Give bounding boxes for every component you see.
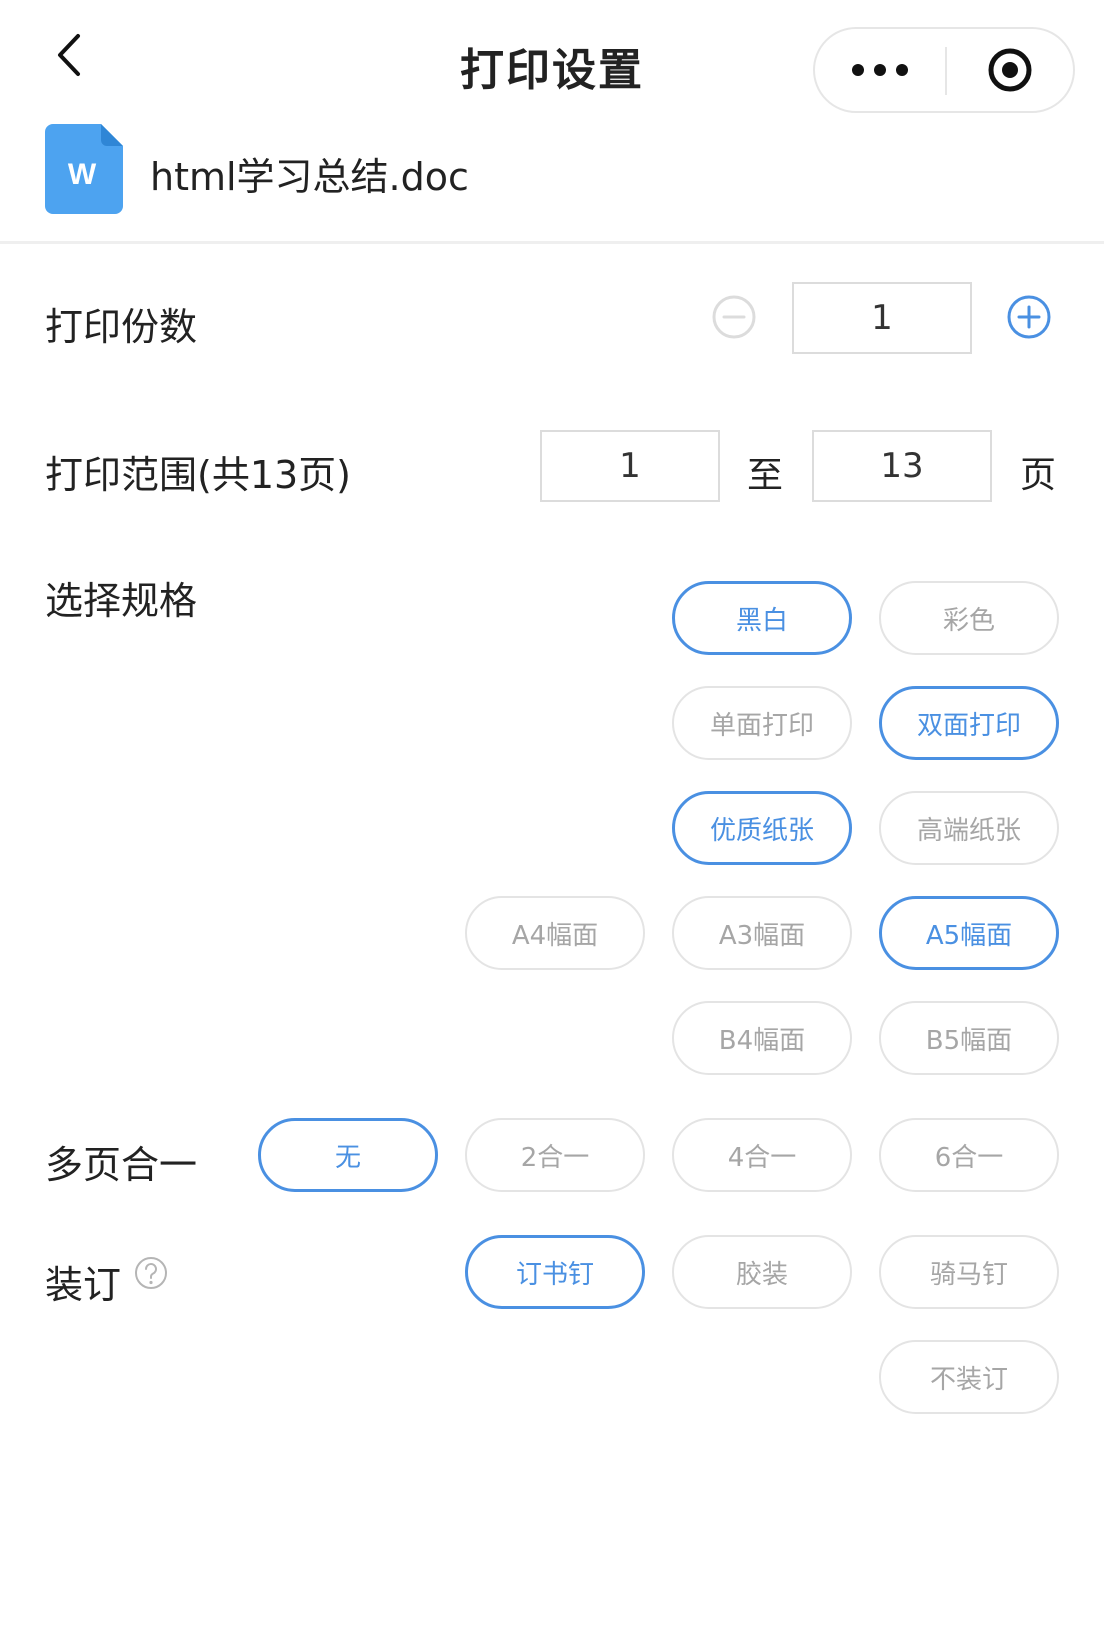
option-binding-glue[interactable]: 胶装 [672, 1235, 852, 1309]
option-nup-4[interactable]: 4合一 [672, 1118, 852, 1192]
binding-label: 装订 [45, 1263, 122, 1307]
spec-label: 选择规格 [45, 579, 198, 623]
target-close-icon [988, 48, 1032, 92]
range-to-input[interactable]: 13 [812, 430, 992, 502]
option-premium-paper[interactable]: 高端纸张 [879, 791, 1059, 865]
option-nup-none[interactable]: 无 [258, 1118, 438, 1192]
option-black-white[interactable]: 黑白 [672, 581, 852, 655]
option-a4[interactable]: A4幅面 [465, 896, 645, 970]
copies-label: 打印份数 [45, 305, 198, 349]
option-a3[interactable]: A3幅面 [672, 896, 852, 970]
decrease-copies-button[interactable] [711, 294, 757, 340]
nup-label: 多页合一 [45, 1143, 198, 1187]
more-icon [852, 64, 864, 76]
option-b5[interactable]: B5幅面 [879, 1001, 1059, 1075]
option-single-side[interactable]: 单面打印 [672, 686, 852, 760]
copies-input[interactable]: 1 [792, 282, 972, 354]
range-from-input[interactable]: 1 [540, 430, 720, 502]
option-color[interactable]: 彩色 [879, 581, 1059, 655]
increase-copies-button[interactable] [1006, 294, 1052, 340]
range-to-word: 至 [747, 455, 784, 496]
option-binding-staple[interactable]: 订书钉 [465, 1235, 645, 1309]
option-double-side[interactable]: 双面打印 [879, 686, 1059, 760]
plus-circle-icon [1007, 295, 1051, 339]
file-name: html学习总结.doc [150, 155, 469, 199]
mini-program-capsule [813, 27, 1075, 113]
option-quality-paper[interactable]: 优质纸张 [672, 791, 852, 865]
more-button[interactable] [815, 29, 945, 111]
option-nup-2[interactable]: 2合一 [465, 1118, 645, 1192]
range-unit: 页 [1020, 455, 1057, 496]
option-nup-6[interactable]: 6合一 [879, 1118, 1059, 1192]
doc-icon-letter: W [68, 158, 97, 191]
section-divider [0, 241, 1104, 244]
option-binding-saddle[interactable]: 骑马钉 [879, 1235, 1059, 1309]
range-label: 打印范围(共13页) [45, 453, 352, 497]
minus-circle-icon [712, 295, 756, 339]
option-binding-none[interactable]: 不装订 [879, 1340, 1059, 1414]
binding-help-icon[interactable] [134, 1256, 168, 1290]
option-a5[interactable]: A5幅面 [879, 896, 1059, 970]
word-doc-icon: W [45, 124, 123, 214]
option-b4[interactable]: B4幅面 [672, 1001, 852, 1075]
close-mini-program-button[interactable] [947, 29, 1073, 111]
